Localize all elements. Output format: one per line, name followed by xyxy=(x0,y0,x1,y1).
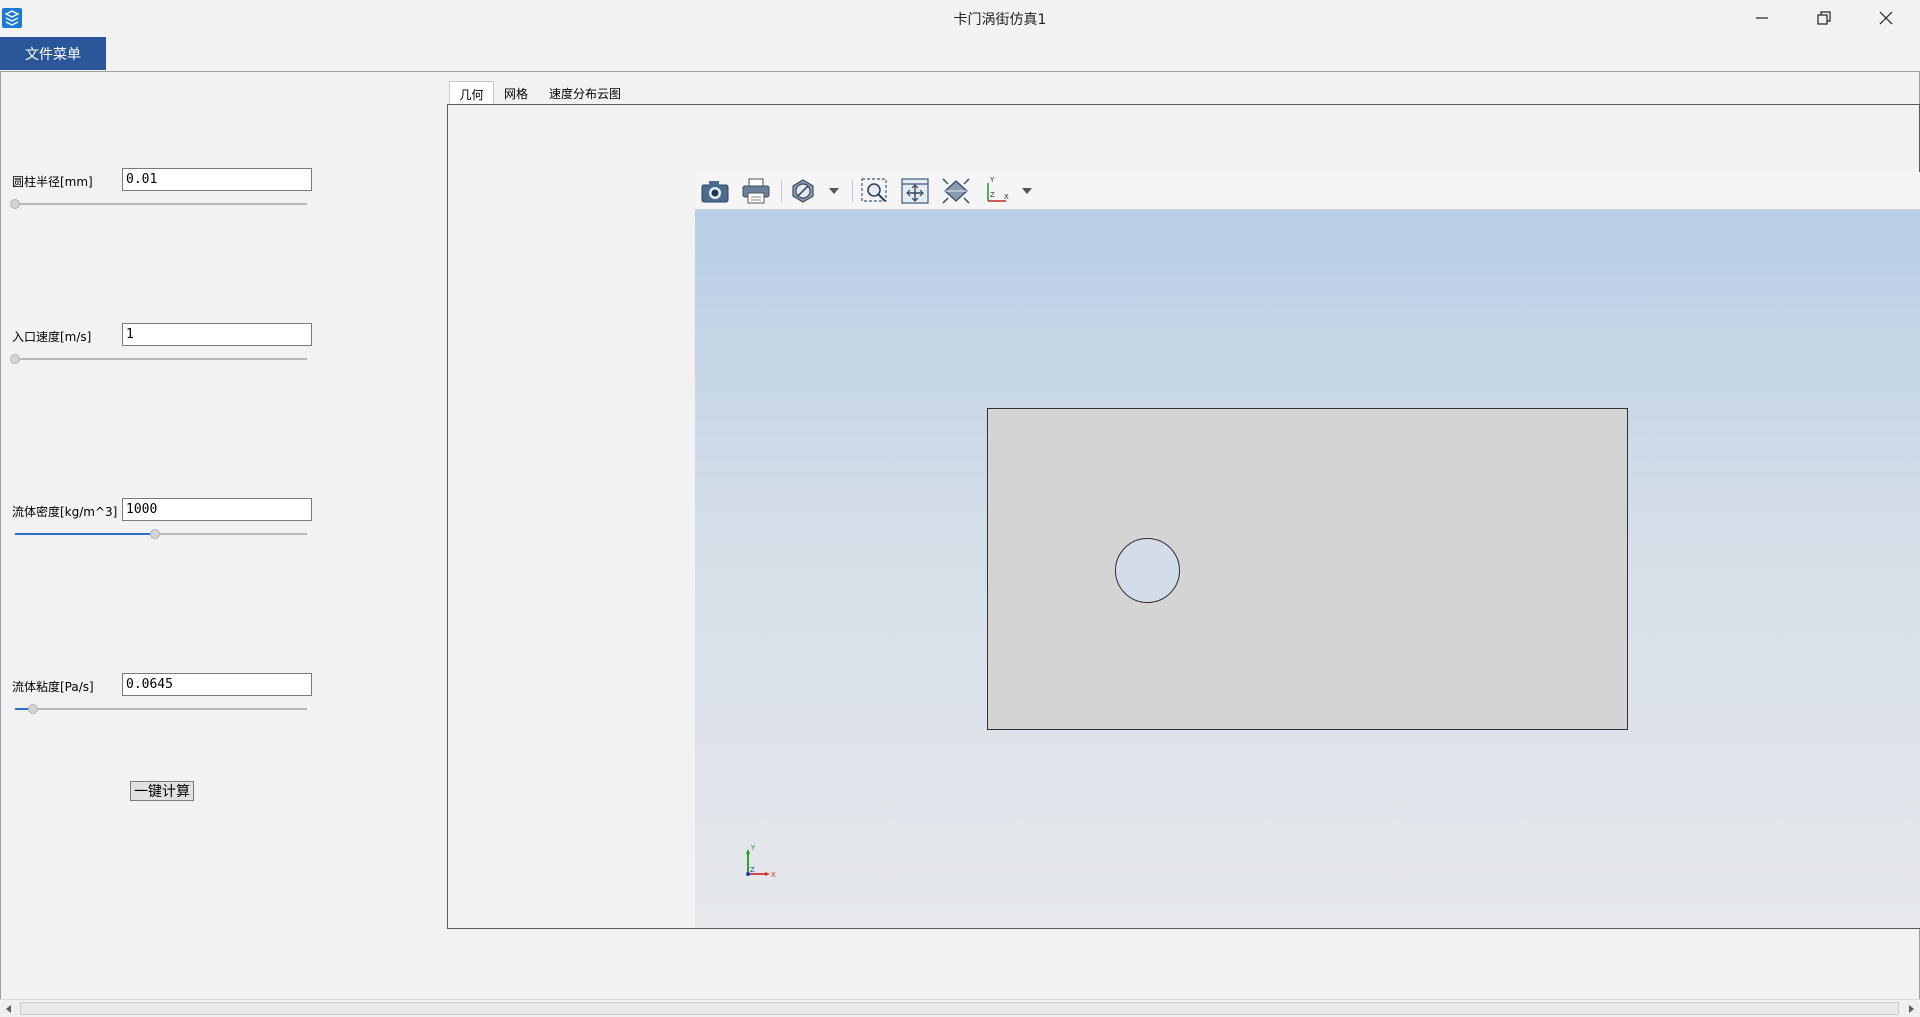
slider-fill xyxy=(15,533,156,535)
app-window: 卡门涡街仿真1 文件菜单 圆柱半径[mm] 0.01 入口速度[m/s] 1 流… xyxy=(0,0,1920,1017)
tab-velocity-contour[interactable]: 速度分布云图 xyxy=(539,81,631,105)
minimize-button[interactable] xyxy=(1731,0,1793,36)
display-mode-icon[interactable] xyxy=(787,176,819,206)
inlet-velocity-input[interactable]: 1 xyxy=(122,323,312,346)
svg-text:Y: Y xyxy=(989,177,995,184)
axis-label-z: Z xyxy=(750,866,755,874)
iso-view-icon[interactable] xyxy=(940,176,972,206)
cylinder-radius-slider[interactable] xyxy=(10,198,307,210)
fluid-density-label: 流体密度[kg/m^3] xyxy=(12,505,118,519)
minimize-icon xyxy=(1756,17,1768,19)
fluid-density-slider[interactable] xyxy=(15,528,307,540)
restore-button[interactable] xyxy=(1793,0,1855,36)
svg-text:X: X xyxy=(1004,193,1009,201)
restore-icon xyxy=(1817,11,1831,25)
title-bar: 卡门涡街仿真1 xyxy=(0,0,1920,36)
menu-bar: 文件菜单 xyxy=(0,37,1920,71)
fluid-viscosity-input[interactable]: 0.0645 xyxy=(122,673,312,696)
slider-handle[interactable] xyxy=(27,704,38,714)
slider-handle[interactable] xyxy=(10,199,20,209)
fluid-density-input[interactable]: 1000 xyxy=(122,498,312,521)
fluid-domain xyxy=(987,408,1628,730)
fluid-viscosity-slider[interactable] xyxy=(15,703,307,715)
camera-icon[interactable] xyxy=(699,176,731,206)
cylinder-radius-label: 圆柱半径[mm] xyxy=(12,175,93,189)
viewer-toolbar: Y Z X xyxy=(695,172,1920,210)
scrollbar-thumb[interactable] xyxy=(20,1002,1899,1015)
chevron-down-icon[interactable] xyxy=(829,187,839,195)
file-menu-button[interactable]: 文件菜单 xyxy=(0,37,106,70)
fluid-viscosity-label: 流体粘度[Pa/s] xyxy=(12,680,94,694)
slider-handle[interactable] xyxy=(10,354,20,364)
svg-text:Z: Z xyxy=(990,191,995,199)
window-title: 卡门涡街仿真1 xyxy=(953,12,1047,28)
close-button[interactable] xyxy=(1855,0,1917,36)
scroll-right-icon[interactable] xyxy=(1902,1000,1920,1017)
axis-label-y: Y xyxy=(750,844,756,852)
3d-viewport[interactable]: Y X Z xyxy=(695,210,1920,928)
zoom-box-icon[interactable] xyxy=(859,176,891,206)
tab-mesh[interactable]: 网格 xyxy=(496,81,536,105)
close-icon xyxy=(1879,11,1893,25)
fit-all-icon[interactable] xyxy=(899,176,931,206)
inlet-velocity-slider[interactable] xyxy=(10,353,307,365)
axis-view-icon[interactable]: Y Z X xyxy=(981,176,1013,206)
inlet-velocity-label: 入口速度[m/s] xyxy=(12,330,92,344)
chevron-down-icon[interactable] xyxy=(1022,187,1032,195)
tab-geometry[interactable]: 几何 xyxy=(449,81,494,106)
one-click-calculate-button[interactable]: 一键计算 xyxy=(130,781,194,801)
axes-triad-icon: Y X Z xyxy=(746,844,776,879)
cylinder-obstacle xyxy=(1115,538,1180,603)
horizontal-scrollbar[interactable] xyxy=(0,999,1920,1017)
slider-handle[interactable] xyxy=(150,529,161,539)
scroll-left-icon[interactable] xyxy=(0,1000,18,1017)
axis-label-x: X xyxy=(771,871,776,879)
cylinder-radius-input[interactable]: 0.01 xyxy=(122,168,312,191)
print-icon[interactable] xyxy=(740,176,772,206)
